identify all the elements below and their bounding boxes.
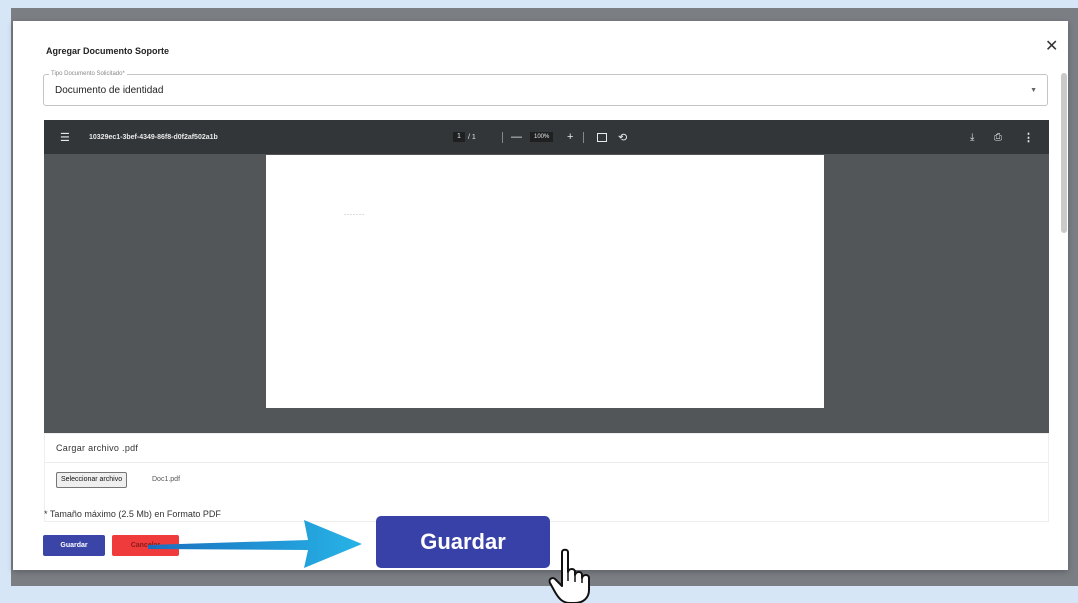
dialog-title: Agregar Documento Soporte: [46, 46, 170, 56]
zoom-level-value: 100%: [530, 132, 554, 142]
download-icon[interactable]: ⤓: [970, 120, 974, 154]
zoom-out-icon[interactable]: —: [511, 120, 522, 154]
cancel-button[interactable]: Cancelar: [112, 535, 179, 556]
document-type-legend: Tipo Documento Solicitado*: [49, 70, 127, 79]
pdf-toolbar: ☰ 10329ec1-3bef-4349-86f8-d0f2af502a1b 1…: [44, 120, 1049, 154]
hand-pointer-icon: [548, 548, 590, 603]
pdf-page: ·······: [266, 155, 824, 408]
page-total: / 1: [468, 133, 476, 141]
page-number-input[interactable]: 1: [453, 132, 465, 142]
print-icon[interactable]: ⎙: [994, 120, 1002, 154]
selected-file-name: Doc1.pdf: [152, 476, 181, 483]
document-type-select[interactable]: Tipo Documento Solicitado* Documento de …: [43, 70, 1048, 106]
upload-header: Cargar archivo .pdf: [45, 434, 1048, 463]
chevron-down-icon: ▼: [1030, 87, 1037, 94]
save-button-callout[interactable]: Guardar: [376, 516, 550, 568]
save-button[interactable]: Guardar: [43, 535, 105, 556]
pdf-filename: 10329ec1-3bef-4349-86f8-d0f2af502a1b: [89, 133, 218, 141]
fit-page-icon[interactable]: [597, 120, 607, 154]
document-type-value: Documento de identidad: [55, 85, 164, 96]
pdf-page-text: ·······: [344, 212, 365, 218]
close-icon[interactable]: ✕: [1045, 39, 1058, 55]
scrollbar-thumb[interactable]: [1061, 73, 1067, 233]
zoom-level[interactable]: 100%: [530, 120, 554, 154]
dialog-scrollbar[interactable]: [1060, 61, 1068, 561]
toolbar-divider: [502, 132, 503, 143]
more-options-icon[interactable]: ⋮: [1023, 120, 1034, 154]
file-size-note: * Tamaño máximo (2.5 Mb) en Formato PDF: [44, 509, 221, 519]
select-file-button[interactable]: Seleccionar archivo: [56, 472, 128, 488]
pdf-viewer: ☰ 10329ec1-3bef-4349-86f8-d0f2af502a1b 1…: [44, 120, 1049, 433]
add-document-dialog: Agregar Documento Soporte ✕ Tipo Documen…: [13, 21, 1068, 570]
menu-icon[interactable]: ☰: [60, 120, 70, 154]
toolbar-divider: [583, 132, 584, 143]
upload-title: Cargar archivo .pdf: [56, 443, 139, 453]
page-indicator: 1 / 1: [453, 120, 476, 154]
rotate-icon[interactable]: ⟲: [618, 120, 627, 154]
zoom-in-icon[interactable]: +: [567, 120, 573, 154]
